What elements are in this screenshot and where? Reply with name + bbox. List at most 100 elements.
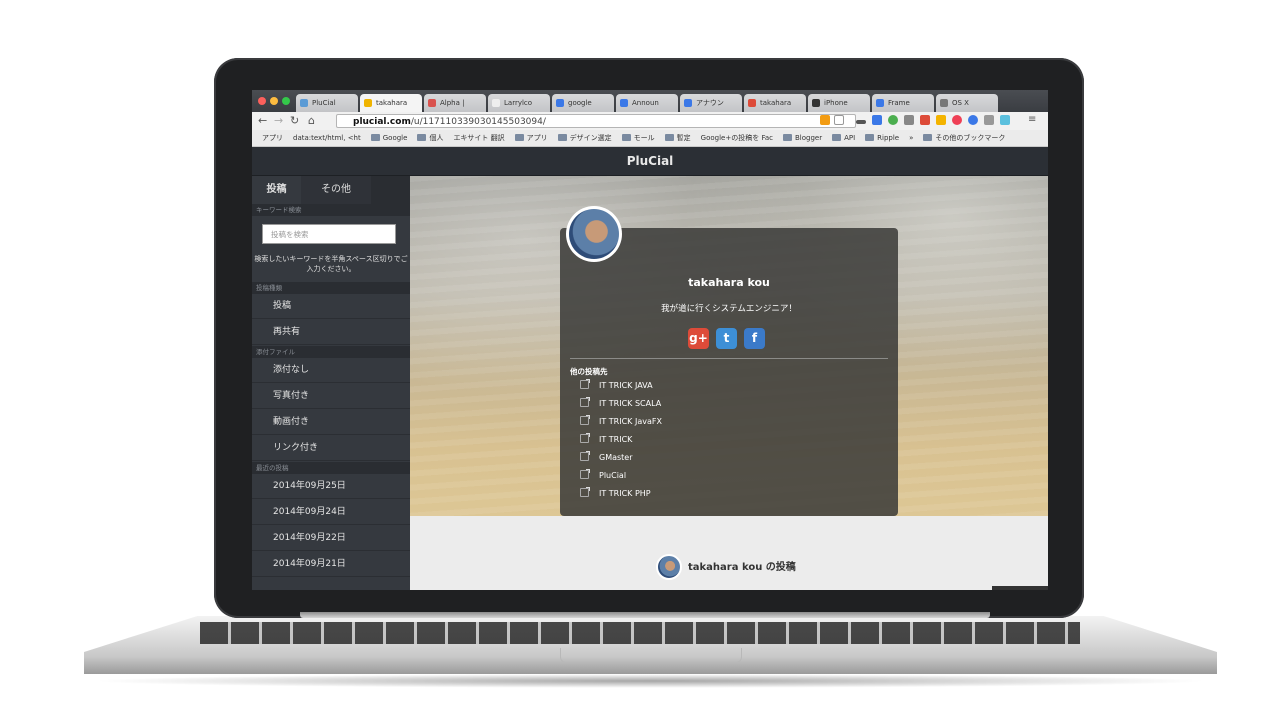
sidebar-item-date[interactable]: 2014年09月24日: [252, 500, 410, 525]
other-site-label: GMaster: [599, 453, 633, 462]
address-bar[interactable]: plucial.com/u/117110339030145503094/: [336, 114, 856, 128]
app-title[interactable]: PluCial: [627, 154, 674, 168]
other-site-link[interactable]: IT TRICK JAVA: [580, 379, 653, 392]
app-header: PluCial: [252, 147, 1048, 176]
back-icon[interactable]: ←: [258, 114, 267, 127]
section-keyword-search: キーワード検索: [252, 204, 410, 216]
window-minimize-button[interactable]: [270, 97, 278, 105]
bookmark-star-icon[interactable]: [834, 115, 844, 125]
window-zoom-button[interactable]: [282, 97, 290, 105]
tab-favicon-icon: [620, 99, 628, 107]
extension-icon[interactable]: [904, 115, 914, 125]
browser-tab[interactable]: Larrylco: [488, 94, 550, 112]
window-close-button[interactable]: [258, 97, 266, 105]
bookmark-item[interactable]: エキサイト 翻訳: [453, 130, 504, 146]
main-content: takahara kou 我が道に行くシステムエンジニア！ g+ t f 他の投…: [410, 176, 1048, 590]
other-site-link[interactable]: PluCial: [580, 469, 626, 482]
tab-posts[interactable]: 投稿: [252, 176, 301, 204]
other-site-link[interactable]: IT TRICK PHP: [580, 487, 651, 500]
profile-card: takahara kou 我が道に行くシステムエンジニア！ g+ t f 他の投…: [560, 228, 898, 516]
other-site-label: IT TRICK: [599, 435, 633, 444]
tab-title: google: [568, 99, 592, 107]
section-attachment: 添付ファイル: [252, 346, 410, 358]
tab-favicon-icon: [492, 99, 500, 107]
other-site-link[interactable]: IT TRICK: [580, 433, 633, 446]
sidebar-item-post[interactable]: 投稿: [252, 294, 410, 319]
other-site-label: IT TRICK PHP: [599, 489, 651, 498]
browser-tab[interactable]: Alpha |: [424, 94, 486, 112]
other-site-link[interactable]: IT TRICK JavaFX: [580, 415, 662, 428]
sidebar-item-with-video[interactable]: 動画付き: [252, 410, 410, 435]
tab-title: Alpha |: [440, 99, 465, 107]
drive-icon[interactable]: [936, 115, 946, 125]
bookmark-item[interactable]: 暫定: [665, 130, 691, 146]
reload-icon[interactable]: ↻: [290, 114, 299, 127]
tumblr-icon[interactable]: t: [716, 328, 737, 349]
bookmark-item[interactable]: 個人: [417, 130, 443, 146]
extension-icon[interactable]: [984, 115, 994, 125]
bookmark-item[interactable]: モール: [622, 130, 655, 146]
laptop-shadow: [90, 674, 1210, 688]
avatar[interactable]: [566, 206, 622, 262]
external-link-icon: [580, 469, 590, 479]
browser-tab[interactable]: Announ: [616, 94, 678, 112]
browser-tab[interactable]: OS X: [936, 94, 998, 112]
laptop-trackpad: [560, 648, 742, 663]
laptop-screen: PluCial takahara Alpha | Larrylco google Anno…: [252, 90, 1048, 590]
browser-tab[interactable]: Frame: [872, 94, 934, 112]
section-recent-posts: 最近の投稿: [252, 462, 410, 474]
extension-icon[interactable]: [888, 115, 898, 125]
sidebar-item-date[interactable]: 2014年09月21日: [252, 552, 410, 577]
home-icon[interactable]: ⌂: [308, 114, 315, 127]
mini-avatar: [656, 554, 682, 580]
gmail-icon[interactable]: [920, 115, 930, 125]
bookmark-item[interactable]: アプリ: [262, 130, 283, 146]
bookmark-item[interactable]: Google: [371, 130, 408, 146]
sidebar-item-with-photo[interactable]: 写真付き: [252, 384, 410, 409]
bookmark-item[interactable]: Ripple: [865, 130, 899, 146]
bookmark-item[interactable]: その他のブックマーク: [923, 130, 1005, 146]
bookmark-item[interactable]: »: [909, 130, 913, 146]
browser-tab[interactable]: google: [552, 94, 614, 112]
google-plus-icon[interactable]: g+: [688, 328, 709, 349]
tab-other[interactable]: その他: [301, 176, 371, 204]
forward-icon[interactable]: →: [274, 114, 283, 127]
tab-title: OS X: [952, 99, 969, 107]
browser-tab[interactable]: takahara: [744, 94, 806, 112]
tab-title: takahara: [376, 99, 408, 107]
extension-icon[interactable]: [968, 115, 978, 125]
search-input[interactable]: [262, 224, 396, 244]
sidebar-item-date[interactable]: 2014年09月25日: [252, 474, 410, 499]
bookmark-item[interactable]: アプリ: [515, 130, 548, 146]
extension-icon[interactable]: [1000, 115, 1010, 125]
sidebar-item-with-link[interactable]: リンク付き: [252, 436, 410, 461]
facebook-icon[interactable]: f: [744, 328, 765, 349]
extension-icon[interactable]: [856, 120, 866, 124]
tab-title: takahara: [760, 99, 792, 107]
bookmark-item[interactable]: デザイン選定: [558, 130, 612, 146]
tab-favicon-icon: [364, 99, 372, 107]
tab-favicon-icon: [556, 99, 564, 107]
browser-tab[interactable]: アナウン: [680, 94, 742, 112]
bookmark-item[interactable]: Google+の投稿を Fac: [701, 130, 773, 146]
other-site-link[interactable]: IT TRICK SCALA: [580, 397, 661, 410]
sidebar-item-reshare[interactable]: 再共有: [252, 320, 410, 345]
sidebar-item-no-attachment[interactable]: 添付なし: [252, 358, 410, 383]
tab-spacer: [371, 176, 410, 204]
menu-icon[interactable]: ≡: [1028, 114, 1036, 125]
rss-icon[interactable]: [820, 115, 830, 125]
external-link-icon: [580, 487, 590, 497]
bookmark-item[interactable]: Blogger: [783, 130, 822, 146]
other-site-link[interactable]: GMaster: [580, 451, 633, 464]
browser-tab[interactable]: iPhone: [808, 94, 870, 112]
browser-tab[interactable]: PluCial: [296, 94, 358, 112]
bookmark-item[interactable]: data:text/html, <ht: [293, 130, 361, 146]
external-link-icon: [580, 379, 590, 389]
extension-icon[interactable]: [872, 115, 882, 125]
scrollbar[interactable]: [992, 586, 1048, 590]
sidebar-item-date[interactable]: 2014年09月22日: [252, 526, 410, 551]
bookmark-item[interactable]: API: [832, 130, 855, 146]
profile-bio: 我が道に行くシステムエンジニア！: [661, 304, 797, 314]
pocket-icon[interactable]: [952, 115, 962, 125]
browser-tab[interactable]: takahara: [360, 94, 422, 112]
